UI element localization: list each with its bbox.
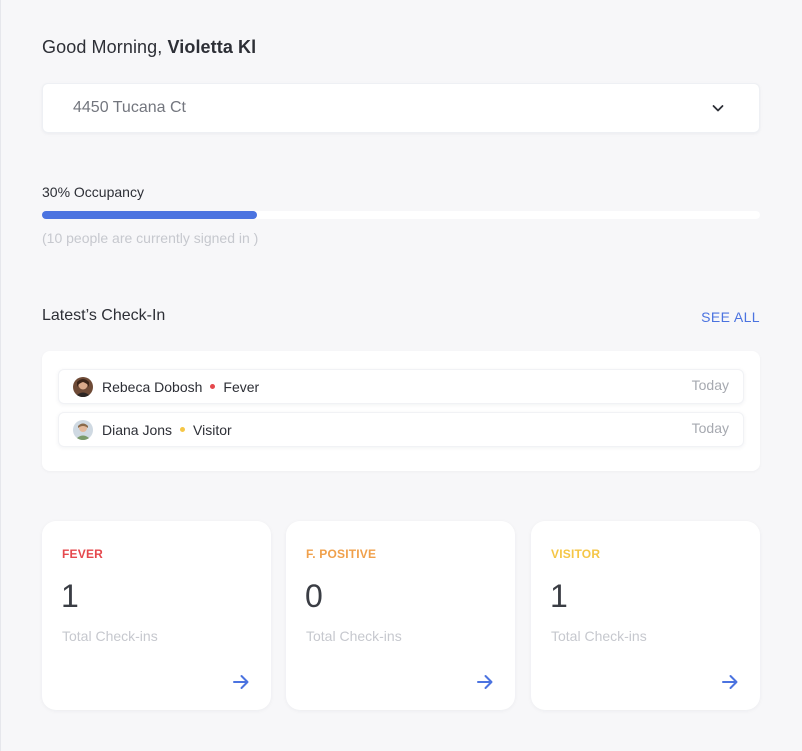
- checkin-row[interactable]: Rebeca Dobosh Fever Today: [58, 369, 744, 404]
- stat-caption: Total Check-ins: [551, 628, 647, 644]
- stat-count: 1: [61, 578, 79, 614]
- checkin-time: Today: [691, 376, 729, 393]
- stat-label: FEVER: [62, 547, 104, 561]
- stat-caption: Total Check-ins: [62, 628, 158, 644]
- location-select[interactable]: 4450 Tucana Ct: [42, 83, 760, 133]
- latest-checkins-title: Latest’s Check-In: [42, 307, 166, 324]
- occupancy-progress-bar: [42, 211, 760, 219]
- checkin-person-name: Rebeca Dobosh: [102, 378, 203, 395]
- occupancy-note: (10 people are currently signed in ): [42, 230, 259, 246]
- stat-card-f-positive[interactable]: F. POSITIVE 0 Total Check-ins: [286, 521, 515, 710]
- stat-label: F. POSITIVE: [306, 547, 377, 561]
- checkin-status: Fever: [223, 378, 260, 395]
- occupancy-label: 30% Occupancy: [42, 184, 144, 200]
- checkin-person-name: Diana Jons: [102, 421, 173, 438]
- see-all-link[interactable]: SEE ALL: [701, 309, 760, 325]
- checkin-time: Today: [691, 419, 729, 436]
- checkin-row[interactable]: Diana Jons Visitor Today: [58, 412, 744, 447]
- stat-card-fever[interactable]: FEVER 1 Total Check-ins: [42, 521, 271, 710]
- status-dot: [180, 427, 186, 432]
- location-value: 4450 Tucana Ct: [73, 99, 186, 116]
- arrow-right-icon[interactable]: [720, 672, 740, 692]
- stat-caption: Total Check-ins: [306, 628, 402, 644]
- checkin-status: Visitor: [193, 421, 232, 438]
- latest-checkins-card: Rebeca Dobosh Fever Today Diana Jons Vis…: [42, 351, 760, 471]
- stat-count: 1: [550, 578, 568, 614]
- chevron-down-icon: [712, 105, 724, 112]
- greeting-prefix: Good Morning,: [42, 37, 168, 57]
- avatar-rebeca: [73, 376, 93, 397]
- greeting: Good Morning, Violetta Kl: [42, 37, 256, 58]
- stat-card-visitor[interactable]: VISITOR 1 Total Check-ins: [531, 521, 760, 710]
- arrow-right-icon[interactable]: [475, 672, 495, 692]
- avatar-diana: [73, 419, 93, 440]
- stat-label: VISITOR: [551, 547, 601, 561]
- status-dot: [210, 384, 216, 389]
- occupancy-progress-fill: [42, 211, 258, 219]
- greeting-user-name: Violetta Kl: [167, 37, 257, 57]
- arrow-right-icon[interactable]: [231, 672, 251, 692]
- stat-count: 0: [305, 578, 323, 614]
- window-edge: [0, 0, 1, 751]
